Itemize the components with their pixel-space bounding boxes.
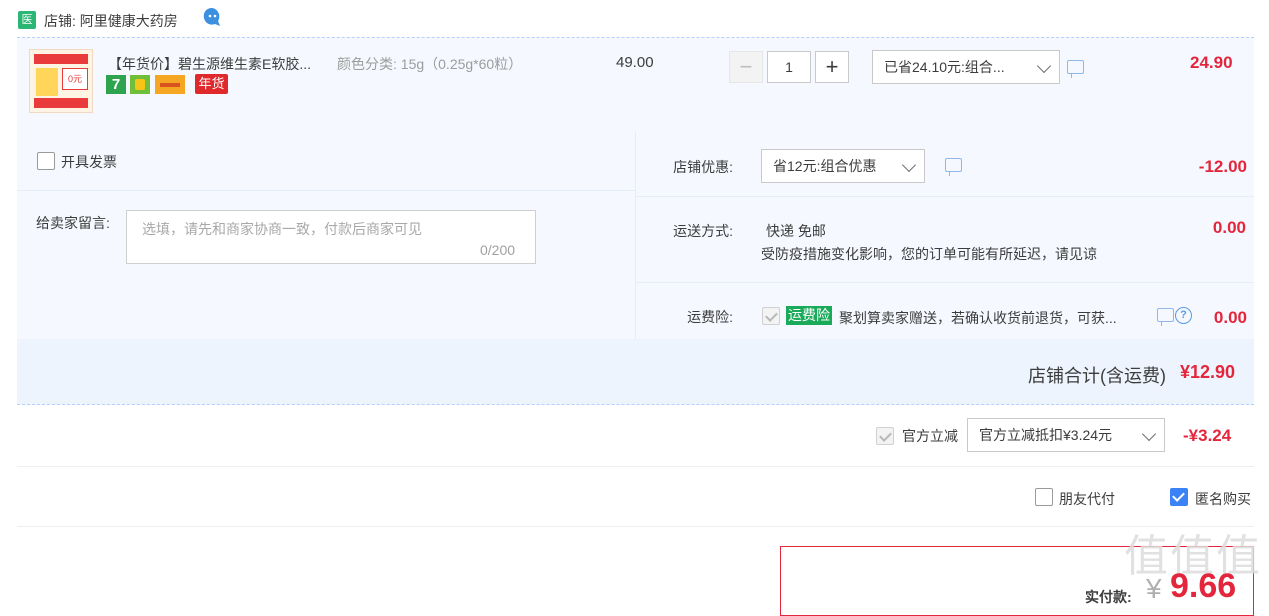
item-promo-select[interactable]: 已省24.10元:组合... — [872, 50, 1060, 84]
message-icon[interactable] — [1067, 60, 1084, 78]
quantity-input[interactable]: 1 — [767, 51, 811, 83]
shop-name[interactable]: 店铺: 阿里健康大药房 — [44, 11, 178, 31]
new-year-tag: 年货 — [195, 74, 228, 94]
shop-discount-amount: -12.00 — [1198, 157, 1247, 176]
official-discount-amount: -¥3.24 — [1183, 426, 1232, 445]
shipping-amount: 0.00 — [1212, 218, 1246, 237]
divider — [17, 190, 635, 191]
seller-message-placeholder: 选填，请先和商家协商一致，付款后商家可见 — [142, 221, 422, 237]
shop-discount-select[interactable]: 省12元:组合优惠 — [761, 149, 925, 183]
divider — [636, 196, 1254, 197]
friend-pay-label[interactable]: 朋友代付 — [1059, 489, 1115, 509]
official-discount-checkbox — [876, 427, 894, 445]
chevron-down-icon — [1036, 58, 1052, 74]
shipping-note: 受防疫措施变化影响，您的订单可能有所延迟，请见谅 — [761, 246, 1097, 262]
seven-day-return-icon: 7 — [106, 75, 126, 94]
payment-label: 实付款: — [1085, 589, 1132, 605]
shipping-method: 快递 免邮 — [766, 223, 826, 239]
item-promo-value: 已省24.10元:组合... — [884, 59, 1005, 75]
payment-currency: ¥ — [1146, 573, 1162, 604]
seller-message-label: 给卖家留言: — [36, 215, 110, 231]
shipping-label: 运送方式: — [673, 223, 733, 239]
divider — [636, 282, 1254, 283]
shop-discount-value: 省12元:组合优惠 — [773, 158, 877, 174]
anonymous-checkbox[interactable] — [1170, 488, 1188, 506]
quantity-decrease-button[interactable]: − — [729, 51, 763, 83]
official-discount-select[interactable]: 官方立减抵扣¥3.24元 — [967, 418, 1165, 452]
insurance-label: 运费险: — [687, 309, 733, 325]
guarantee-icon — [130, 75, 150, 94]
divider — [17, 466, 1254, 467]
product-thumbnail[interactable]: 0元 — [29, 49, 93, 113]
anonymous-label[interactable]: 匿名购买 — [1195, 489, 1251, 509]
chevron-down-icon — [901, 157, 917, 173]
seller-message-counter: 0/200 — [480, 242, 516, 258]
shop-total-label: 店铺合计(含运费) — [1028, 366, 1166, 386]
insurance-amount: 0.00 — [1213, 308, 1247, 327]
official-discount-label: 官方立减 — [902, 428, 958, 444]
unit-price: 49.00 — [616, 54, 654, 71]
invoice-checkbox[interactable] — [37, 152, 55, 170]
shop-type-icon: 医 — [18, 11, 36, 29]
quantity-increase-button[interactable]: + — [815, 51, 849, 83]
message-icon[interactable] — [945, 158, 962, 176]
product-title[interactable]: 【年货价】碧生源维生素E软胶... — [108, 54, 311, 74]
item-subtotal: 24.90 — [1190, 53, 1233, 72]
chevron-down-icon — [1141, 426, 1157, 442]
shop-total-amount: ¥12.90 — [1180, 362, 1236, 382]
thumbnail-badge: 0元 — [62, 68, 88, 90]
insurance-description: 聚划算卖家赠送，若确认收货前退货，可获... — [839, 310, 1117, 326]
official-discount-value: 官方立减抵扣¥3.24元 — [979, 427, 1113, 443]
product-sku: 颜色分类: 15g（0.25g*60粒） — [337, 56, 523, 72]
shop-discount-label: 店铺优惠: — [673, 159, 733, 175]
credit-card-icon — [155, 75, 185, 94]
insurance-checkbox — [762, 307, 780, 325]
chat-bubble-icon[interactable] — [201, 6, 221, 26]
invoice-label[interactable]: 开具发票 — [61, 152, 117, 172]
friend-pay-checkbox[interactable] — [1035, 488, 1053, 506]
divider — [17, 526, 1254, 527]
insurance-badge: 运费险 — [786, 306, 832, 325]
payment-amount: 9.66 — [1170, 567, 1237, 605]
